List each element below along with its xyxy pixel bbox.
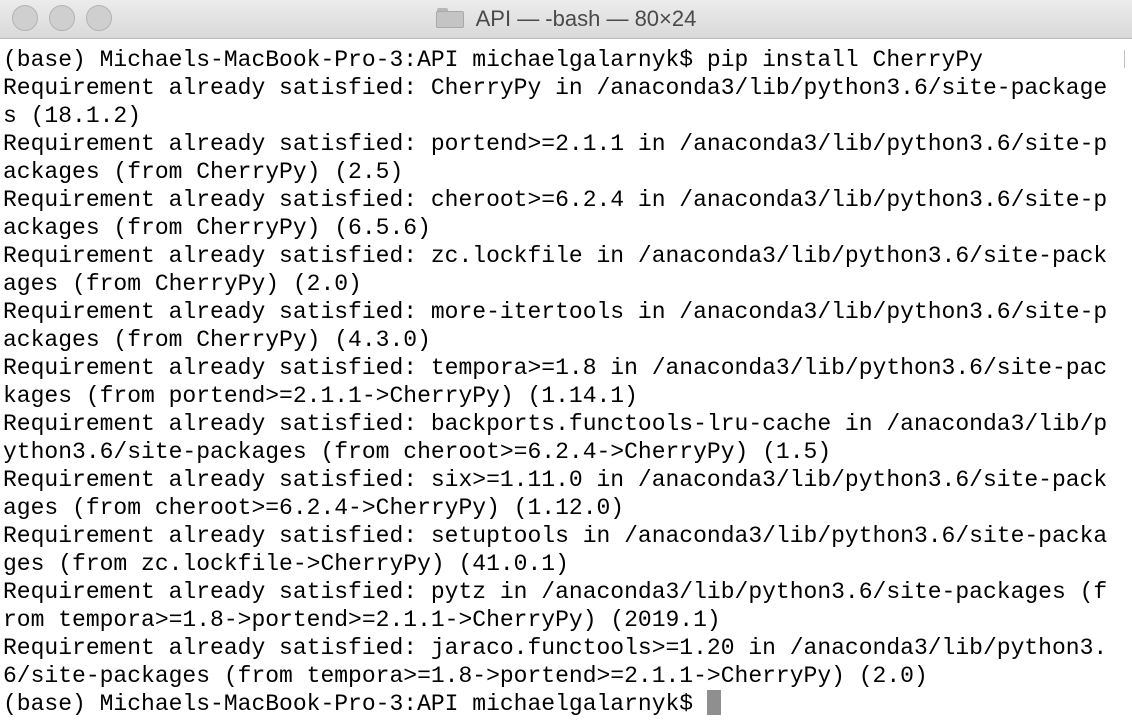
title-bar[interactable]: API — -bash — 80×24 [0,0,1132,39]
terminal-line: 6/site-packages (from tempora>=1.8->port… [3,663,928,689]
terminal-line: Requirement already satisfied: CherryPy … [3,75,1108,101]
terminal-line: Requirement already satisfied: zc.lockfi… [3,243,1108,269]
terminal-line: Requirement already satisfied: portend>=… [3,131,1108,157]
terminal-line: ages (from cheroot>=6.2.4->CherryPy) (1.… [3,495,625,521]
prompt-line[interactable]: (base) Michaels-MacBook-Pro-3:API michae… [3,690,1125,718]
terminal-line: ackages (from CherryPy) (4.3.0) [3,327,431,353]
text-cursor [706,690,721,715]
terminal-line: Requirement already satisfied: pytz in /… [3,579,1108,605]
terminal-line: ackages (from CherryPy) (6.5.6) [3,215,431,241]
terminal-line: kages (from portend>=2.1.1->CherryPy) (1… [3,383,638,409]
terminal-window: API — -bash — 80×24 (base) Michaels-MacB… [0,0,1132,726]
terminal-output[interactable]: (base) Michaels-MacBook-Pro-3:API michae… [3,46,1125,726]
shell-prompt: (base) Michaels-MacBook-Pro-3:API michae… [3,691,707,717]
terminal-line: ages (from CherryPy) (2.0) [3,271,362,297]
terminal-line: s (18.1.2) [3,103,142,129]
window-title: API — -bash — 80×24 [475,6,697,31]
terminal-line: rom tempora>=1.8->portend>=2.1.1->Cherry… [3,607,721,633]
terminal-line: ython3.6/site-packages (from cheroot>=6.… [3,439,832,465]
terminal-line: (base) Michaels-MacBook-Pro-3:API michae… [3,47,983,73]
folder-icon [435,8,464,28]
terminal-line: Requirement already satisfied: jaraco.fu… [3,635,1108,661]
terminal-line: Requirement already satisfied: backports… [3,411,1108,437]
terminal-line: ges (from zc.lockfile->CherryPy) (41.0.1… [3,551,569,577]
terminal-line: Requirement already satisfied: setuptool… [3,523,1108,549]
terminal-line: Requirement already satisfied: six>=1.11… [3,467,1108,493]
terminal-line: Requirement already satisfied: tempora>=… [3,355,1108,381]
terminal-line: Requirement already satisfied: more-iter… [3,299,1108,325]
terminal-line: ackages (from CherryPy) (2.5) [3,159,404,185]
window-title-group: API — -bash — 80×24 [0,0,1132,38]
terminal-line: Requirement already satisfied: cheroot>=… [3,187,1108,213]
